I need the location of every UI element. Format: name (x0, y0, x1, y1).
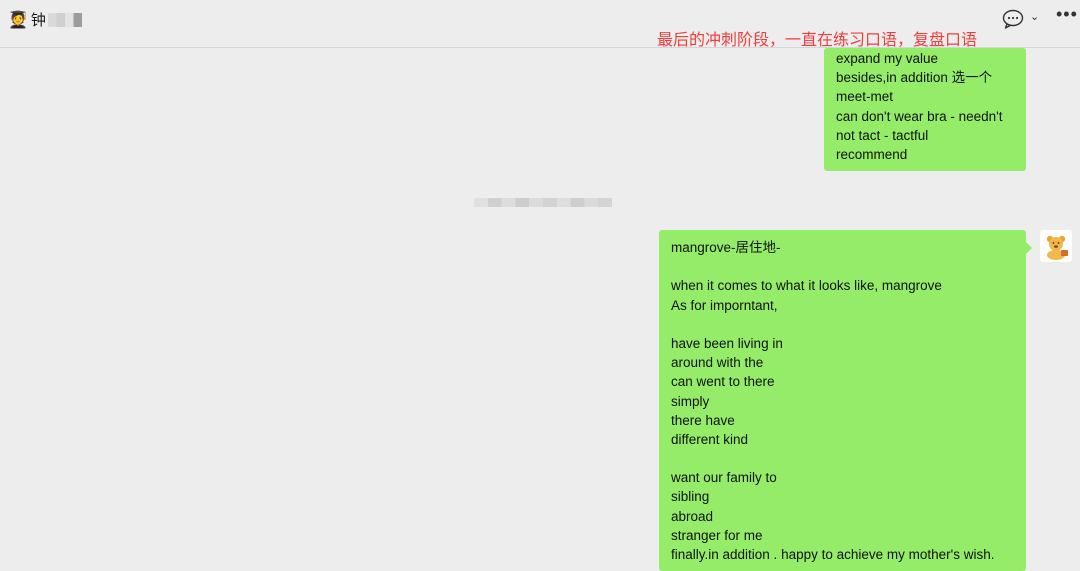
message-line: different kind (671, 431, 749, 447)
message-line: sibling (671, 489, 710, 505)
message-line: stranger for me (671, 527, 763, 543)
chevron-down-icon[interactable]: ⌄ (1030, 10, 1039, 23)
bear-avatar-icon (1040, 230, 1072, 262)
message-line: can don't wear bra - needn't (836, 108, 1003, 124)
message-line: besides,in addition 选一个 (836, 70, 993, 86)
message-line: have been living in (671, 335, 783, 351)
message-line: abroad (671, 508, 714, 524)
message-line (671, 449, 1015, 468)
message-line (671, 315, 1015, 334)
avatar[interactable] (1040, 230, 1072, 262)
message-line: As for imporntant, (671, 297, 778, 313)
message-line: there have (671, 412, 735, 428)
message-line: meet-met (836, 89, 894, 105)
blurred-name (47, 12, 82, 27)
contact-name: 钟 (30, 12, 46, 29)
message-line: want our family to (671, 470, 777, 486)
red-annotation-text: 最后的冲刺阶段，一直在练习口语，复盘口语 (657, 32, 978, 49)
message-line: not tact - tactful (836, 127, 929, 143)
message-bubble[interactable]: expand my value besides,in addition 选一个 me… (824, 48, 1026, 171)
message-line: recommend (836, 146, 908, 162)
message-bubble[interactable]: mangrove-居住地-when it comes to what it lo… (659, 230, 1032, 571)
contact-title[interactable]: 🧑‍🎓 钟 (8, 9, 82, 30)
message-line: can went to there (671, 374, 775, 390)
message-line: expand my value (836, 51, 939, 66)
more-icon[interactable]: ••• (1056, 4, 1078, 25)
student-emoji-icon: 🧑‍🎓 (8, 10, 28, 29)
message-line: simply (671, 393, 710, 409)
message-line: around with the (671, 355, 764, 371)
message-line: when it comes to what it looks like, man… (671, 278, 942, 294)
blurred-timestamp (474, 198, 612, 207)
chat-bubble-icon[interactable] (1002, 9, 1024, 29)
message-line: finally.in addition . happy to achieve m… (671, 547, 995, 562)
message-line (671, 257, 1015, 276)
message-line: mangrove-居住地- (671, 240, 781, 255)
